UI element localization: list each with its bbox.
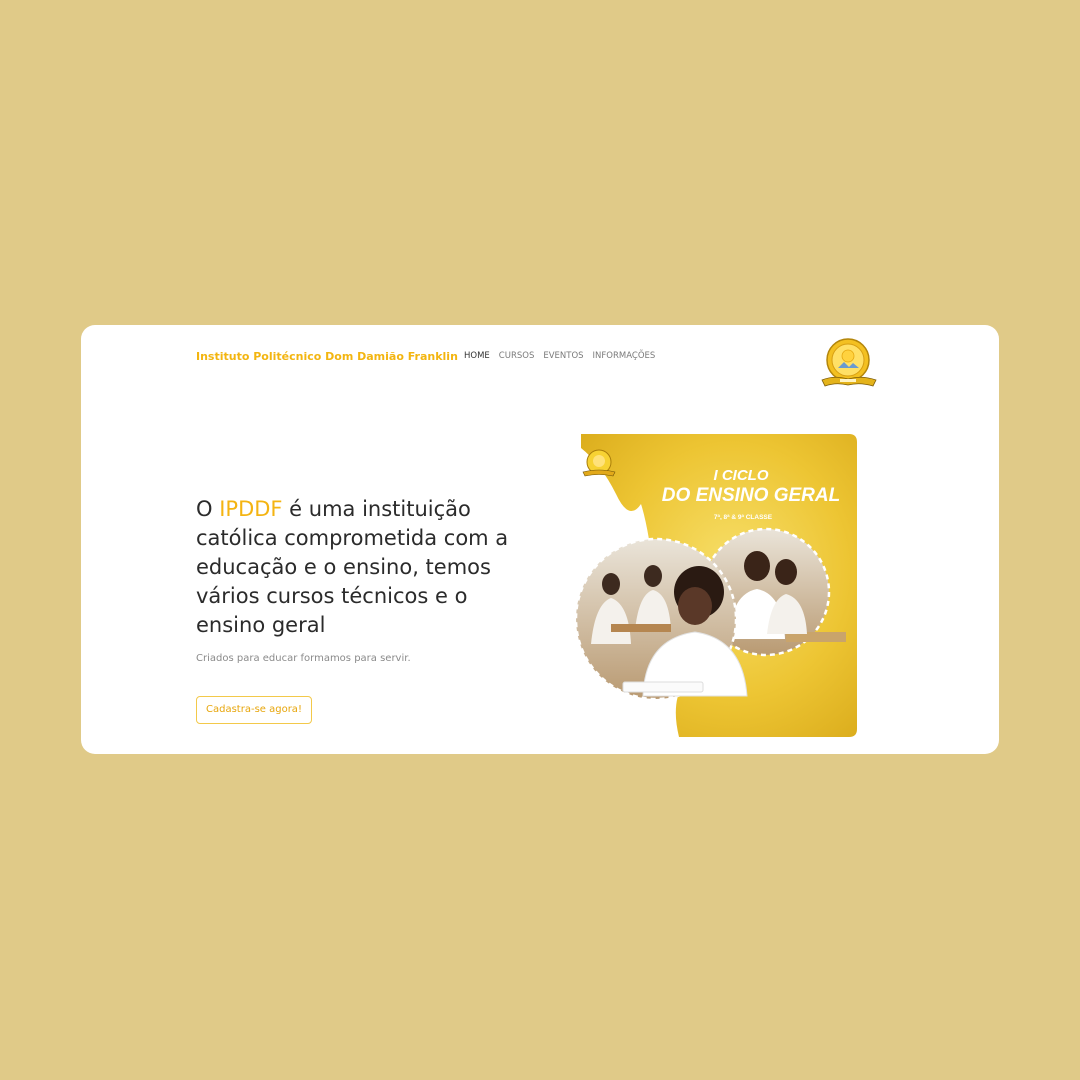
brand-name[interactable]: Instituto Politécnico Dom Damião Frankli… <box>196 350 458 363</box>
school-crest-icon[interactable] <box>820 337 880 389</box>
website-preview-card: Instituto Politécnico Dom Damião Frankli… <box>81 325 999 754</box>
nav-informacoes[interactable]: INFORMAÇÕES <box>593 351 656 361</box>
hero-subtitle: Criados para educar formamos para servir… <box>196 653 411 664</box>
headline-prefix: O <box>196 497 220 521</box>
headline-accent: IPDDF <box>219 497 283 521</box>
main-nav: HOME CURSOS EVENTOS INFORMAÇÕES <box>464 351 655 361</box>
nav-home[interactable]: HOME <box>464 351 490 361</box>
promo-banner[interactable]: I CICLO DO ENSINO GERAL 7ª, 8ª & 9ª CLAS… <box>571 434 867 737</box>
nav-eventos[interactable]: EVENTOS <box>543 351 583 361</box>
banner-line3: 7ª, 8ª & 9ª CLASSE <box>714 514 773 521</box>
banner-line1: I CICLO <box>714 467 769 484</box>
nav-cursos[interactable]: CURSOS <box>499 351 535 361</box>
banner-line2: DO ENSINO GERAL <box>662 485 840 506</box>
hero-headline: O IPDDF é uma instituição católica compr… <box>196 495 536 640</box>
signup-button[interactable]: Cadastra-se agora! <box>196 696 312 724</box>
